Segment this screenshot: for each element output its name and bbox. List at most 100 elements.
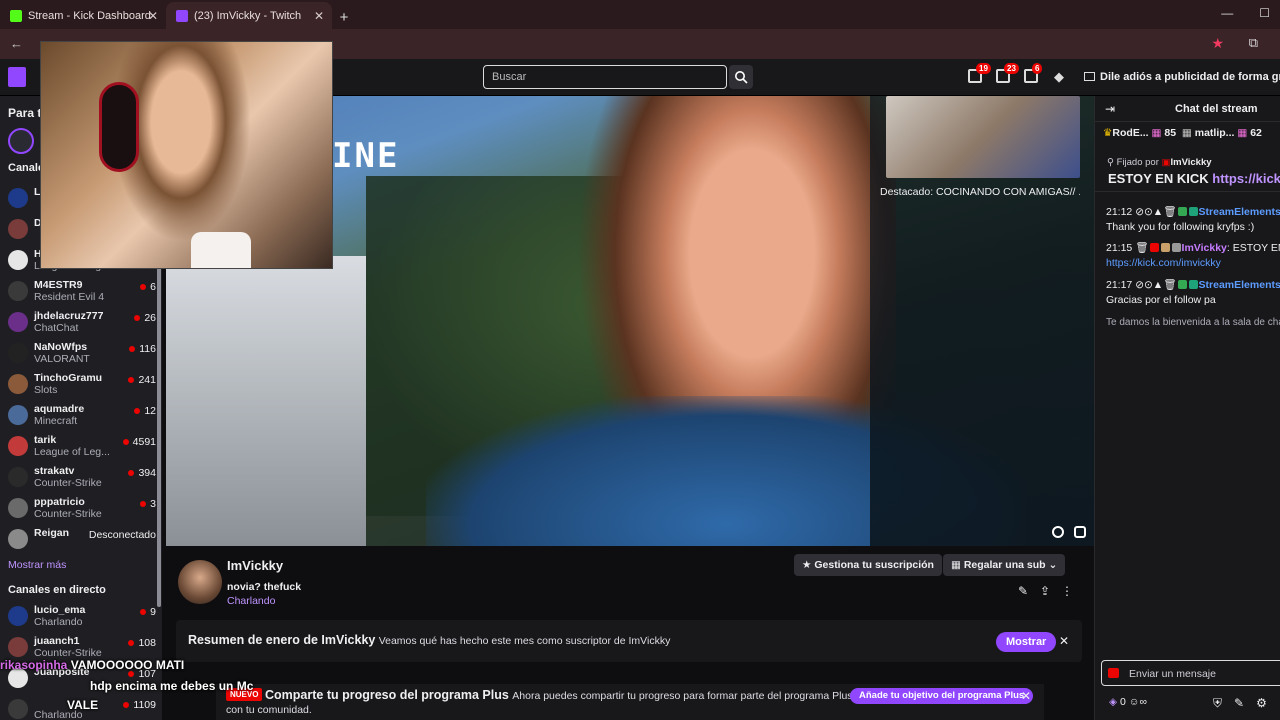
recap-title: Resumen de enero de ImVickky	[188, 633, 376, 647]
chat-username[interactable]: StreamElements	[1199, 279, 1280, 291]
more-options-icon[interactable]: ⋮	[1058, 584, 1076, 602]
gift-count: 85	[1164, 127, 1177, 139]
sidebar-channel[interactable]: pppatricio Counter-Strike 3	[8, 496, 156, 526]
manage-subscription-button[interactable]: ★ Gestiona tu suscripción	[794, 554, 942, 576]
live-channels-heading: Canales en directo	[8, 584, 106, 596]
close-tab-icon[interactable]: ✕	[314, 9, 324, 23]
video-sign-text: INE	[332, 136, 400, 176]
sidebar-channel[interactable]: M4ESTR9 Resident Evil 4 6	[8, 279, 156, 309]
show-more-link[interactable]: Mostrar más	[8, 559, 66, 571]
inbox-icon[interactable]: 19	[968, 63, 991, 83]
back-arrow-icon[interactable]: ←	[10, 36, 23, 51]
settings-gear-icon[interactable]: ⚙	[1256, 696, 1267, 711]
tab-label: Stream - Kick Dashboard	[28, 9, 151, 22]
minimize-icon[interactable]: —	[1221, 6, 1233, 20]
channel-name: strakatv	[34, 465, 75, 477]
chat-timestamp: 21:17	[1106, 279, 1133, 291]
gift-icon: ▦	[951, 559, 964, 571]
extensions-icon[interactable]: ⧉	[1249, 35, 1258, 51]
pin-icon: ⚲	[1107, 157, 1117, 168]
shield-icon[interactable]: ⛨	[1213, 696, 1222, 711]
add-plus-goal-button[interactable]: Añade tu objetivo del programa Plus	[850, 688, 1034, 704]
badges-icon: ⊘⊙▲🗑	[1135, 279, 1177, 291]
overlay-chat-text: VALE	[67, 698, 99, 712]
pinned-message[interactable]: ⚲ Fijado por ▣ImVickky ESTOY EN KICK htt…	[1095, 148, 1280, 192]
sidebar-channel[interactable]: jhdelacruz777 ChatChat 26	[8, 310, 156, 340]
featured-thumbnail[interactable]	[886, 96, 1080, 178]
channel-avatar	[8, 529, 28, 549]
browser-tab-twitch[interactable]: (23) ImVickky - Twitch ✕	[166, 2, 332, 29]
close-recap-icon[interactable]: ✕	[1059, 634, 1069, 648]
viewer-count-value: 4591	[132, 436, 156, 448]
close-tab-icon[interactable]: ✕	[148, 9, 158, 23]
stream-chat: ⇥ Chat del stream ♛RodE... ▦ 85 ▦ matlip…	[1094, 96, 1280, 720]
chat-message-text: Thank you for following kryfps :)	[1106, 221, 1255, 233]
pinned-message-text: ESTOY EN KICK	[1108, 171, 1209, 186]
close-plus-banner-icon[interactable]: ✕	[1021, 689, 1031, 703]
gift-leaderboard[interactable]: ♛RodE... ▦ 85 ▦ matlip... ▦ 62	[1103, 127, 1262, 139]
viewer-count: 4591	[122, 436, 156, 448]
channel-game: Charlando	[34, 616, 83, 628]
browser-tab-kick[interactable]: Stream - Kick Dashboard ✕	[0, 2, 166, 29]
channel-avatar[interactable]	[178, 560, 222, 604]
live-dot-icon	[128, 377, 135, 383]
bookmark-star-icon[interactable]: ★	[1211, 35, 1224, 52]
share-icon[interactable]: ⇪	[1036, 584, 1054, 602]
theatre-mode-icon[interactable]	[1074, 526, 1086, 538]
search-input[interactable]: Buscar	[483, 65, 727, 89]
chat-username[interactable]: StreamElements	[1199, 206, 1280, 218]
overlay-chat-text: hdp encima me debes un Mc	[90, 679, 254, 693]
settings-gear-icon[interactable]	[1052, 526, 1064, 538]
maximize-icon[interactable]: ☐	[1259, 6, 1270, 20]
edit-pencil-icon[interactable]: ✎	[1014, 584, 1032, 602]
chat-link-line: https://kick.com/imvickky	[1106, 256, 1280, 270]
stream-category[interactable]: Charlando	[227, 595, 275, 607]
featured-label[interactable]: Destacado: COCINANDO CON AMIGAS// ...	[880, 186, 1080, 198]
show-recap-button[interactable]: Mostrar	[996, 632, 1057, 652]
sidebar-channel[interactable]: Reigan Desconectado	[8, 527, 156, 557]
user-avatar[interactable]	[8, 128, 34, 154]
chat-input[interactable]: Enviar un mensaje	[1101, 660, 1280, 686]
chat-message: 21:15 🗑ImVickky: ESTOY EN	[1106, 241, 1280, 255]
channel-avatar	[8, 498, 28, 518]
new-tab-button[interactable]: +	[332, 5, 356, 29]
turbo-adfree-button[interactable]: Dile adiós a publicidad de forma gratuit…	[1084, 71, 1280, 83]
viewer-count: 116	[129, 343, 156, 355]
viewer-count-value: 6	[150, 281, 156, 293]
channel-name[interactable]: ImVickky	[227, 558, 283, 573]
broadcaster-badge-icon	[1149, 243, 1159, 252]
recap-text: Resumen de enero de ImVickky Veamos qué …	[188, 633, 670, 647]
bits-gem-icon[interactable]: ◆	[1054, 69, 1064, 85]
chat-timestamp: 21:15	[1106, 242, 1133, 254]
prime-badge-icon	[1177, 207, 1187, 216]
sidebar-channel[interactable]: strakatv Counter-Strike 394	[8, 465, 156, 495]
chat-timestamp: 21:12	[1106, 206, 1133, 218]
overlay-chat-user: rikasopinha	[0, 658, 68, 672]
sidebar-channel[interactable]: aqumadre Minecraft 12	[8, 403, 156, 433]
twitch-logo-icon[interactable]	[8, 67, 26, 87]
stream-title: novia? thefuck	[227, 581, 302, 593]
whispers-icon[interactable]: 23	[996, 63, 1019, 83]
channel-name: M4ESTR9	[34, 279, 83, 291]
viewer-count: 6	[140, 281, 156, 293]
pinned-by: ⚲ Fijado por ▣ImVickky	[1107, 157, 1212, 168]
viewer-count: 241	[128, 374, 156, 386]
sidebar-channel[interactable]: lucio_ema Charlando 9	[8, 604, 156, 634]
chat-link[interactable]: https://kick.com/imvickky	[1106, 257, 1221, 269]
live-dot-icon	[122, 439, 129, 445]
sidebar-channel[interactable]: tarik League of Leg... 4591	[8, 434, 156, 464]
channel-points[interactable]: ◈ 0 ☺∞	[1109, 696, 1147, 708]
collapse-chat-icon[interactable]: ⇥	[1105, 102, 1115, 116]
channel-avatar	[8, 250, 28, 270]
kick-emote-icon[interactable]	[1108, 668, 1119, 678]
sidebar-channel[interactable]: TinchoGramu Slots 241	[8, 372, 156, 402]
notifications-icon[interactable]: 6	[1024, 63, 1043, 83]
gift-sub-button[interactable]: ▦ Regalar una sub ⌄	[943, 554, 1066, 576]
search-button[interactable]	[729, 65, 753, 89]
chat-username[interactable]: ImVickky	[1182, 242, 1227, 254]
live-dot-icon	[140, 284, 147, 290]
channel-avatar	[8, 637, 28, 657]
pinned-link[interactable]: https://kick...	[1212, 171, 1280, 186]
sidebar-channel[interactable]: NaNoWfps VALORANT 116	[8, 341, 156, 371]
pen-icon[interactable]: ✎	[1234, 696, 1244, 711]
